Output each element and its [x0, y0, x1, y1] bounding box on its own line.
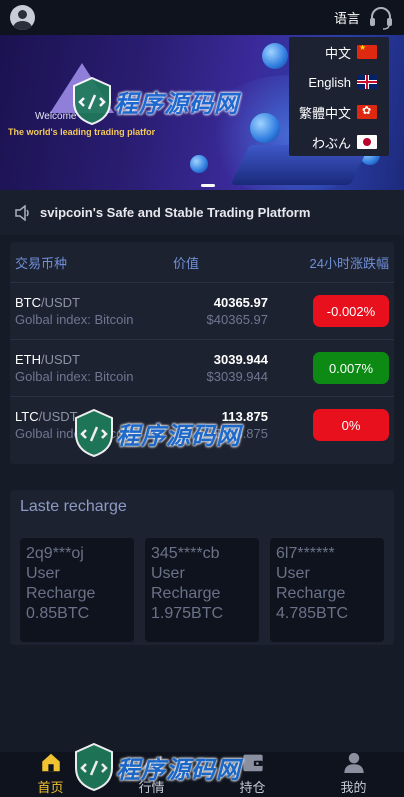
recharge-line2: Recharge [26, 585, 96, 602]
watermark-shield-icon [73, 76, 111, 126]
market-row-btc[interactable]: BTC/USDT Golbal index: Bitcoin 40365.97 … [10, 282, 394, 339]
nav-profile-label: 我的 [340, 780, 367, 795]
nav-profile[interactable]: 我的 [303, 752, 404, 797]
pair-name: BTC/USDT [15, 295, 80, 310]
price-value: 3039.944 [213, 352, 268, 367]
carousel-indicator[interactable] [201, 184, 215, 187]
watermark: 程序源码网 [72, 408, 241, 458]
watermark-shield-icon [75, 742, 113, 792]
change-badge[interactable]: 0% [313, 409, 389, 441]
recharge-amount: 1.975BTC [151, 605, 224, 622]
recharge-line1: User [276, 565, 310, 582]
market-row-eth[interactable]: ETH/USDT Golbal index: Bitcoin 3039.944 … [10, 339, 394, 396]
jp-flag-icon [357, 135, 377, 149]
recharge-user: 345****cb [151, 545, 220, 562]
header-change: 24小时涨跌幅 [309, 255, 389, 271]
recharge-card: 345****cb User Recharge 1.975BTC [145, 538, 259, 642]
banner-tagline: The world's leading trading platfor [8, 127, 156, 137]
watermark: 程序源码网 [70, 76, 239, 126]
wallet-icon [242, 754, 263, 772]
nav-holdings-label: 持仓 [239, 780, 266, 795]
language-dropdown-menu: 中文 English 繁體中文 わぶん [289, 37, 389, 156]
usd-value: $40365.97 [206, 312, 268, 327]
cn-flag-icon [357, 45, 377, 59]
recharge-line2: Recharge [276, 585, 346, 602]
watermark-text: 程序源码网 [116, 422, 241, 450]
user-icon [343, 752, 364, 773]
language-option-japanese[interactable]: わぶん [289, 127, 389, 157]
recharge-line2: Recharge [151, 585, 221, 602]
language-option-traditional-chinese[interactable]: 繁體中文 [289, 97, 389, 127]
change-badge[interactable]: -0.002% [313, 295, 389, 327]
recharge-amount: 0.85BTC [26, 605, 90, 622]
uk-flag-icon [357, 75, 377, 89]
pair-name: ETH/USDT [15, 352, 80, 367]
announcement-bar[interactable]: svipcoin's Safe and Stable Trading Platf… [0, 190, 404, 235]
customer-service-headset-icon[interactable] [368, 5, 394, 31]
watermark-shield-icon [75, 408, 113, 458]
account-avatar-icon[interactable] [10, 5, 35, 30]
top-right-actions: 语言 [334, 5, 394, 31]
top-bar: 语言 [0, 0, 404, 35]
price-value: 40365.97 [213, 295, 268, 310]
speaker-icon [15, 204, 29, 221]
hk-flag-icon [357, 105, 377, 119]
change-badge[interactable]: 0.007% [313, 352, 389, 384]
recharge-title: Laste recharge [20, 498, 127, 515]
watermark-text: 程序源码网 [116, 756, 241, 784]
language-option-chinese[interactable]: 中文 [289, 37, 389, 67]
header-pair: 交易币种 [15, 255, 68, 271]
recharge-card: 2q9***oj User Recharge 0.85BTC [20, 538, 134, 642]
announcement-text: svipcoin's Safe and Stable Trading Platf… [40, 205, 311, 220]
latest-recharge-panel: Laste recharge 2q9***oj User Recharge 0.… [10, 490, 394, 645]
language-option-english[interactable]: English [289, 67, 389, 97]
recharge-card: 6l7****** User Recharge 4.785BTC [270, 538, 384, 642]
index-label: Golbal index: Bitcoin [15, 312, 134, 327]
index-label: Golbal index: Bitcoin [15, 369, 134, 384]
recharge-amount: 4.785BTC [276, 605, 349, 622]
header-price: 价值 [173, 255, 200, 271]
recharge-user: 6l7****** [276, 545, 335, 562]
home-icon [41, 753, 60, 772]
recharge-user: 2q9***oj [26, 545, 84, 562]
watermark-text: 程序源码网 [114, 90, 239, 118]
watermark: 程序源码网 [72, 742, 241, 792]
usd-value: $3039.944 [206, 369, 268, 384]
recharge-line1: User [151, 565, 185, 582]
recharge-line1: User [26, 565, 60, 582]
language-button[interactable]: 语言 [334, 8, 360, 27]
market-list-header: 交易币种 价值 24小时涨跌幅 [10, 242, 394, 282]
nav-home-label: 首页 [37, 780, 64, 795]
